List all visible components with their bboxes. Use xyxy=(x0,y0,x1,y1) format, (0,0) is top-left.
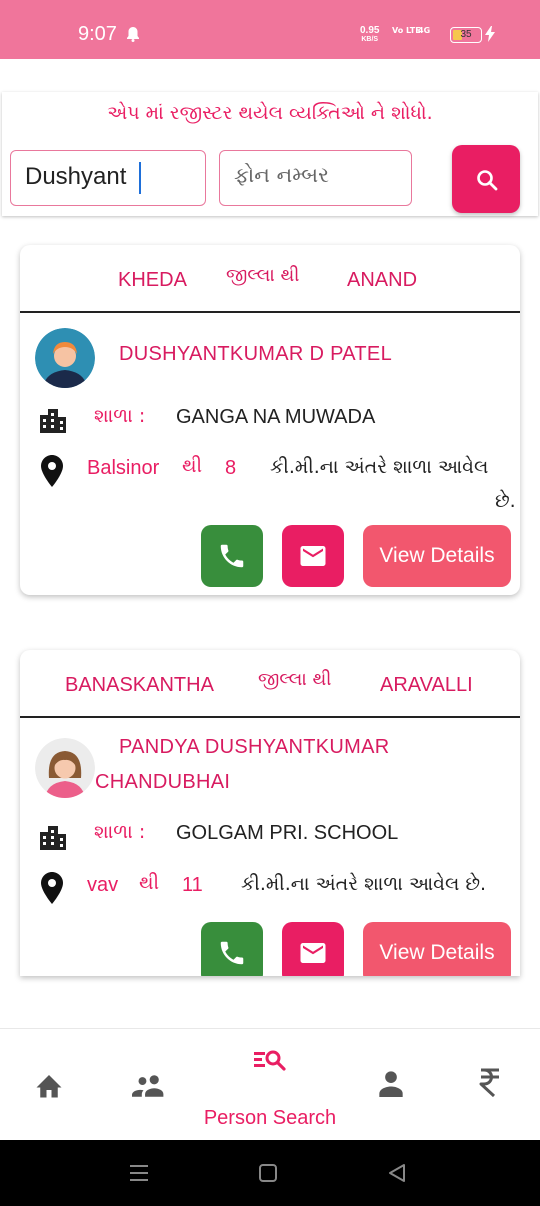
4g-indicator: 4G xyxy=(418,26,431,35)
message-button[interactable] xyxy=(282,922,344,976)
rupee-icon[interactable] xyxy=(479,1067,501,1101)
district-from: BANASKANTHA xyxy=(65,674,214,696)
person-name-line2: CHANDUBHAI xyxy=(95,771,231,793)
from-word: થી xyxy=(182,455,203,477)
phone-icon xyxy=(220,544,244,568)
search-icon xyxy=(477,170,498,191)
avatar xyxy=(35,328,95,388)
result-card: BANASKANTHA જીલ્લા થી ARAVALLI PANDYA DU… xyxy=(20,650,520,976)
search-caption: એપ માં રજીસ્ટર થયેલ વ્યક્તિઓ ને શોધો. xyxy=(107,102,433,124)
home-icon[interactable] xyxy=(34,1071,64,1103)
district-to: ANAND xyxy=(347,269,418,291)
status-time: 9:07 xyxy=(78,23,117,45)
name-search-value: Dushyant xyxy=(25,163,127,190)
charging-icon xyxy=(485,26,495,46)
call-button[interactable] xyxy=(201,525,263,587)
school-label: શાળા : xyxy=(94,405,146,427)
nav-active-label[interactable]: Person Search xyxy=(0,1107,540,1130)
mail-icon xyxy=(300,943,326,963)
view-details-button[interactable]: View Details xyxy=(363,525,511,587)
district-connector: જીલ્લા થી xyxy=(258,669,332,690)
distance-text: કી.મી.ના અંતરે શાળા આવેલ છે. xyxy=(241,873,487,895)
network-speed: 0.95 KB/S xyxy=(360,26,379,44)
search-panel: એપ માં રજીસ્ટર થયેલ વ્યક્તિઓ ને શોધો. Du… xyxy=(2,92,538,216)
location-pin-icon xyxy=(41,872,63,908)
district-to: ARAVALLI xyxy=(380,674,473,696)
home-square-icon[interactable] xyxy=(258,1163,278,1187)
from-word: થી xyxy=(139,872,160,894)
school-label: શાળા : xyxy=(94,821,146,843)
phone-search-input[interactable]: ફોન નમ્બર xyxy=(219,150,412,206)
recent-apps-icon[interactable] xyxy=(128,1163,150,1187)
avatar xyxy=(35,738,95,798)
view-details-button[interactable]: View Details xyxy=(363,922,511,976)
place-name: Balsinor xyxy=(87,457,160,479)
network-speed-unit: KB/S xyxy=(361,36,379,43)
name-search-input[interactable]: Dushyant xyxy=(10,150,206,206)
school-name: GANGA NA MUWADA xyxy=(176,406,376,428)
back-icon[interactable] xyxy=(386,1162,408,1188)
notification-bell-icon xyxy=(126,26,140,46)
person-search-icon[interactable] xyxy=(253,1049,287,1075)
building-icon xyxy=(38,405,68,439)
location-pin-icon xyxy=(41,455,63,491)
mail-icon xyxy=(300,546,326,566)
bottom-navigation: Person Search xyxy=(0,1028,540,1141)
distance-value: 8 xyxy=(225,457,237,479)
call-button[interactable] xyxy=(201,922,263,976)
person-name: DUSHYANTKUMAR D PATEL xyxy=(119,343,392,365)
battery-icon: 35 xyxy=(450,27,482,43)
distance-value: 11 xyxy=(182,874,203,896)
phone-placeholder: ફોન નમ્બર xyxy=(234,163,329,187)
district-connector: જીલ્લા થી xyxy=(226,265,300,286)
volte-indicator: Vo LTE xyxy=(392,26,421,35)
distance-text-end: છે. xyxy=(495,490,516,512)
distance-text: કી.મી.ના અંતરે શાળા આવેલ xyxy=(270,456,489,478)
text-caret xyxy=(139,162,141,194)
district-from: KHEDA xyxy=(118,269,187,291)
phone-icon xyxy=(220,941,244,965)
message-button[interactable] xyxy=(282,525,344,587)
status-bar: 9:07 0.95 KB/S Vo LTE 4G 35 xyxy=(0,0,540,59)
card-header: BANASKANTHA જીલ્લા થી ARAVALLI xyxy=(20,650,520,718)
search-button[interactable] xyxy=(452,145,520,213)
profile-icon[interactable] xyxy=(377,1069,405,1101)
people-icon[interactable] xyxy=(132,1073,166,1101)
battery-level: 35 xyxy=(460,29,472,40)
result-card: KHEDA જીલ્લા થી ANAND DUSHYANTKUMAR D PA… xyxy=(20,245,520,595)
place-name: vav xyxy=(87,874,119,896)
network-speed-value: 0.95 xyxy=(360,25,380,36)
building-icon xyxy=(38,822,68,856)
person-name-line1: PANDYA DUSHYANTKUMAR xyxy=(119,736,390,758)
school-name: GOLGAM PRI. SCHOOL xyxy=(176,822,399,844)
system-navigation-bar xyxy=(0,1140,540,1206)
card-header: KHEDA જીલ્લા થી ANAND xyxy=(20,245,520,313)
